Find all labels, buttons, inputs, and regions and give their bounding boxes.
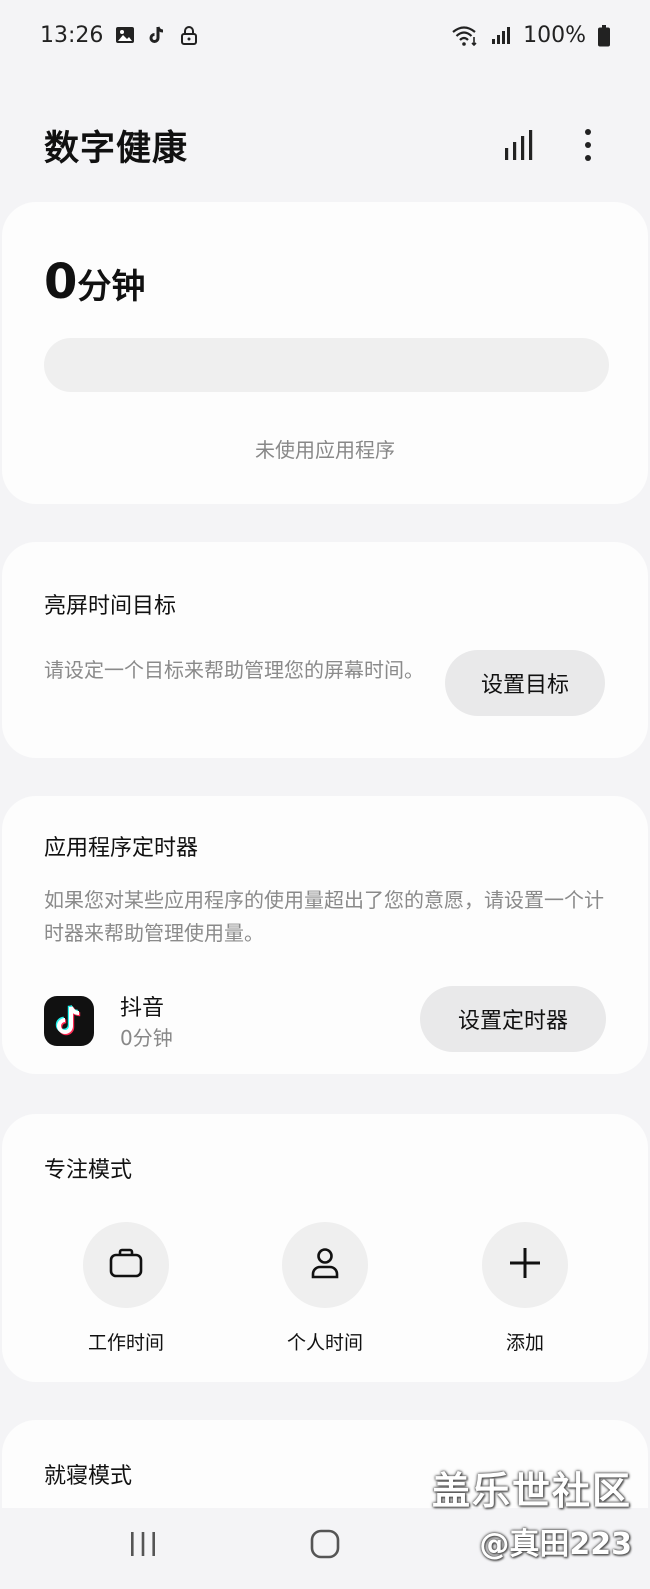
person-icon xyxy=(310,1247,340,1283)
wifi-icon xyxy=(451,25,479,47)
app-timer-description: 如果您对某些应用程序的使用量超出了您的意愿，请设置一个计时器来帮助管理使用量。 xyxy=(44,888,604,945)
focus-add-circle xyxy=(482,1222,568,1308)
status-left: 13:26 xyxy=(40,23,199,48)
focus-personal-circle xyxy=(282,1222,368,1308)
app-header: 数字健康 xyxy=(0,100,650,190)
focus-personal-label: 个人时间 xyxy=(286,1332,363,1354)
header-actions xyxy=(500,125,606,165)
more-vert-icon[interactable] xyxy=(570,125,606,165)
recents-icon[interactable] xyxy=(113,1524,173,1564)
usage-total: 0分钟 xyxy=(44,254,145,310)
set-timer-button[interactable]: 设置定时器 xyxy=(420,986,606,1052)
focus-mode-card: 专注模式 工作时间 个人时间 添加 xyxy=(2,1114,648,1382)
focus-add-label: 添加 xyxy=(505,1332,544,1354)
focus-work-label: 工作时间 xyxy=(87,1332,164,1354)
usage-total-unit: 分钟 xyxy=(77,267,146,307)
set-goal-button[interactable]: 设置目标 xyxy=(445,650,605,716)
app-row-usage: 0分钟 xyxy=(120,1026,173,1050)
usage-bar xyxy=(44,338,609,392)
plus-icon xyxy=(508,1246,542,1284)
bedtime-mode-title: 就寝模式 xyxy=(44,1464,133,1489)
focus-work-circle xyxy=(83,1222,169,1308)
lock-icon xyxy=(179,25,199,45)
image-icon xyxy=(115,25,135,45)
signal-icon xyxy=(491,25,511,45)
status-right: 100% xyxy=(451,23,610,48)
app-row-name: 抖音 xyxy=(120,996,165,1021)
usage-empty-text: 未使用应用程序 xyxy=(255,438,395,462)
app-timer-title: 应用程序定时器 xyxy=(44,836,199,861)
tiktok-notification-icon xyxy=(147,25,167,45)
home-icon[interactable] xyxy=(295,1524,355,1564)
status-time: 13:26 xyxy=(40,22,104,48)
usage-summary-card[interactable]: 0分钟 未使用应用程序 xyxy=(2,202,648,504)
focus-mode-title: 专注模式 xyxy=(44,1158,133,1183)
page-title: 数字健康 xyxy=(44,128,189,169)
focus-item-personal[interactable]: 个人时间 xyxy=(245,1222,405,1355)
focus-item-work[interactable]: 工作时间 xyxy=(46,1222,206,1355)
usage-total-value: 0 xyxy=(44,254,78,310)
focus-item-add[interactable]: 添加 xyxy=(445,1222,605,1355)
battery-icon xyxy=(598,25,610,47)
screen-time-goal-description: 请设定一个目标来帮助管理您的屏幕时间。 xyxy=(44,658,424,682)
screen-time-goal-title: 亮屏时间目标 xyxy=(44,594,177,619)
briefcase-icon xyxy=(109,1248,143,1282)
navigation-bar xyxy=(0,1508,650,1589)
status-bar: 13:26 100% xyxy=(0,0,650,70)
bar-chart-icon[interactable] xyxy=(500,125,536,165)
tiktok-app-icon xyxy=(44,996,94,1046)
battery-percent: 100% xyxy=(523,22,586,48)
